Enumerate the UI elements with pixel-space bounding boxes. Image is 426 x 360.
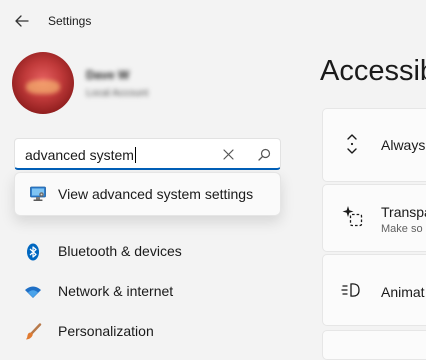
- scroll-arrows-icon: [347, 134, 357, 154]
- close-icon: [222, 148, 234, 160]
- card-title: Animat: [381, 284, 425, 300]
- app-title: Settings: [48, 14, 92, 28]
- user-name: Dave W: [86, 68, 130, 82]
- sidebar-item-bluetooth-devices[interactable]: Bluetooth & devices: [14, 233, 281, 269]
- card-subtitle: Make so: [381, 223, 423, 235]
- back-arrow-icon: [15, 15, 29, 27]
- animation-effects-icon: [341, 283, 360, 297]
- avatar[interactable]: [12, 52, 74, 114]
- page-title: Accessib: [320, 55, 426, 87]
- bluetooth-icon: [27, 243, 39, 261]
- text-caret: [134, 147, 136, 163]
- user-account-type: Local Account: [86, 88, 149, 99]
- search-suggestion[interactable]: View advanced system settings: [14, 172, 281, 216]
- search-button[interactable]: [255, 146, 273, 162]
- sidebar-item-label: Network & internet: [58, 283, 174, 299]
- sidebar-item-label: Bluetooth & devices: [58, 243, 182, 259]
- settings-card-animation[interactable]: Animat: [322, 254, 426, 326]
- sidebar-item-network-internet[interactable]: Network & internet: [14, 273, 281, 309]
- sidebar-item-personalization[interactable]: Personalization: [14, 313, 281, 349]
- search-input-value[interactable]: advanced system: [25, 147, 136, 163]
- settings-card-always[interactable]: Always: [322, 108, 426, 182]
- settings-card-transparency[interactable]: Transpa Make so: [322, 184, 426, 252]
- clear-search-button[interactable]: [219, 146, 237, 162]
- wifi-icon: [25, 286, 41, 298]
- system-settings-icon: [30, 186, 46, 201]
- title-bar: Settings: [0, 0, 426, 42]
- back-button[interactable]: [8, 8, 36, 34]
- search-input[interactable]: advanced system: [14, 138, 281, 170]
- paintbrush-icon: [26, 323, 42, 340]
- transparency-icon: [342, 206, 363, 227]
- sidebar-item-label: Personalization: [58, 323, 154, 339]
- card-title: Always: [381, 137, 426, 153]
- suggestion-label: View advanced system settings: [58, 186, 254, 202]
- card-title: Transpa: [381, 204, 426, 220]
- search-icon: [257, 148, 270, 161]
- settings-card-partial[interactable]: [322, 330, 426, 360]
